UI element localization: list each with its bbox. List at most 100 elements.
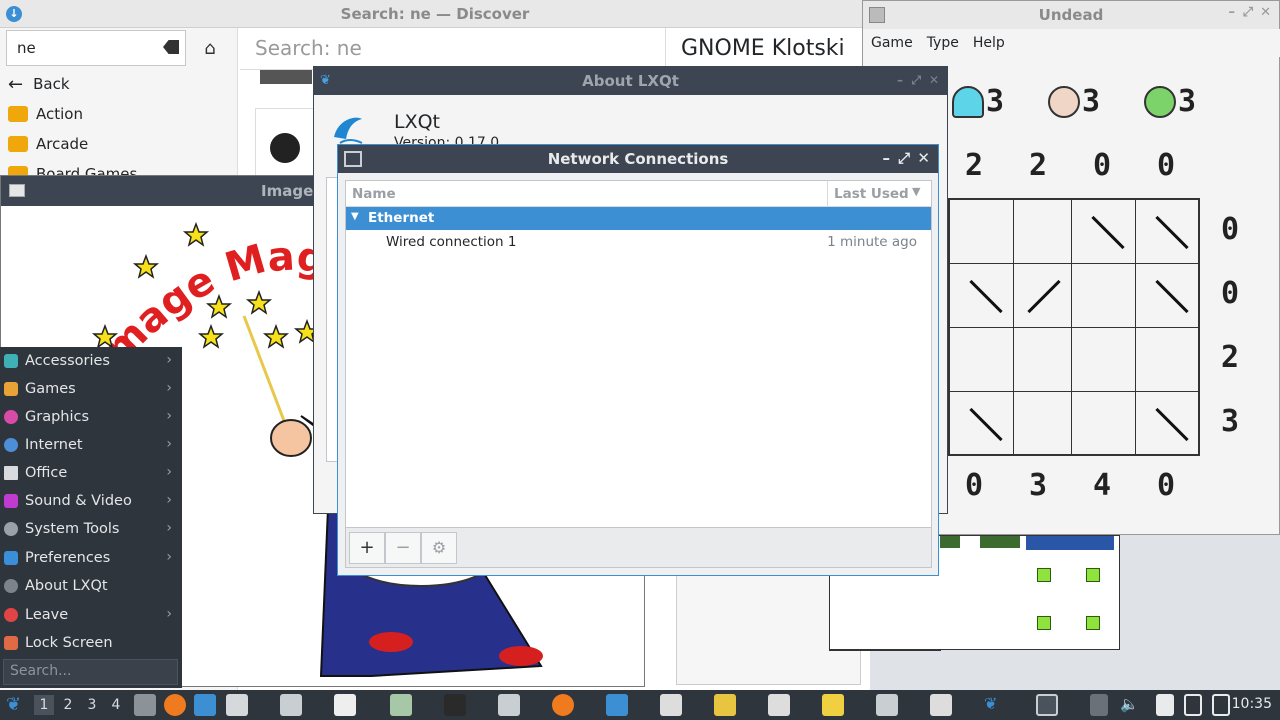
- discover-titlebar[interactable]: ↓ Search: ne — Discover: [0, 0, 870, 28]
- column-last-used[interactable]: Last Used: [834, 186, 909, 202]
- window-task-icon[interactable]: [498, 694, 520, 716]
- system-tools-icon: [4, 522, 18, 536]
- menu-item-internet[interactable]: Internet ›: [0, 431, 182, 459]
- menu-search-input[interactable]: Search...: [3, 659, 178, 685]
- menu-type[interactable]: Type: [927, 35, 959, 51]
- minimize-icon[interactable]: –: [1229, 5, 1236, 20]
- about-titlebar[interactable]: ❦ About LXQt – ⤢ ✕: [314, 67, 947, 95]
- menu-item-preferences[interactable]: Preferences ›: [0, 544, 182, 572]
- menu-item-sound-video[interactable]: Sound & Video ›: [0, 487, 182, 515]
- desktop-3[interactable]: 3: [82, 695, 102, 715]
- desktop-4[interactable]: 4: [106, 695, 126, 715]
- grid-cell[interactable]: [1008, 264, 1072, 328]
- menu-item-system-tools[interactable]: System Tools ›: [0, 515, 182, 543]
- menu-item-graphics[interactable]: Graphics ›: [0, 403, 182, 431]
- chevron-right-icon: ›: [166, 492, 172, 508]
- puzzle-task-icon[interactable]: [444, 694, 466, 716]
- maximize-icon[interactable]: ⤢: [1243, 5, 1253, 20]
- undead-task-icon[interactable]: [768, 694, 790, 716]
- info-icon: [4, 579, 18, 593]
- zombie-icon: [1144, 85, 1176, 118]
- start-menu-icon[interactable]: ❦: [6, 694, 28, 716]
- undead-grid: [948, 198, 1200, 456]
- grid-cell[interactable]: [950, 392, 1014, 456]
- grid-cell[interactable]: [1072, 328, 1136, 392]
- menu-item-about-lxqt[interactable]: About LXQt: [0, 572, 182, 600]
- menu-item-leave[interactable]: Leave ›: [0, 601, 182, 629]
- game-task-icon[interactable]: [334, 694, 356, 716]
- grid-cell[interactable]: [1136, 328, 1200, 392]
- menu-item-label: Graphics: [25, 409, 90, 425]
- folder-task-icon[interactable]: [606, 694, 628, 716]
- clear-search-icon[interactable]: [163, 40, 179, 54]
- edit-connection-button[interactable]: ⚙: [421, 532, 457, 564]
- grid-cell[interactable]: [1136, 264, 1200, 328]
- file-manager-icon[interactable]: [134, 694, 156, 716]
- chevron-right-icon: ›: [166, 352, 172, 368]
- grid-cell[interactable]: [1072, 392, 1136, 456]
- menu-help[interactable]: Help: [973, 35, 1005, 51]
- network-tray-icon[interactable]: [1212, 694, 1230, 716]
- volume-icon[interactable]: 🔈: [1120, 695, 1139, 713]
- category-action[interactable]: Action: [8, 100, 83, 128]
- window-task-icon[interactable]: [876, 694, 898, 716]
- menu-item-office[interactable]: Office ›: [0, 459, 182, 487]
- app-title: GNOME Klotski: [665, 28, 870, 70]
- grid-cell[interactable]: [950, 328, 1014, 392]
- klotski-task-icon[interactable]: [660, 694, 682, 716]
- back-button[interactable]: ← Back: [8, 70, 70, 98]
- maximize-icon[interactable]: ⤢: [898, 149, 910, 167]
- maximize-icon[interactable]: ⤢: [911, 73, 921, 88]
- grid-cell[interactable]: [1136, 200, 1200, 264]
- game-task-icon[interactable]: [822, 694, 844, 716]
- menu-item-games[interactable]: Games ›: [0, 375, 182, 403]
- grid-cell[interactable]: [1008, 392, 1072, 456]
- desktop-1[interactable]: 1: [34, 695, 54, 715]
- desktop-2[interactable]: 2: [58, 695, 78, 715]
- home-icon[interactable]: ⌂: [196, 36, 224, 64]
- clock[interactable]: 10:35: [1232, 696, 1272, 712]
- discover-search-input[interactable]: ne: [6, 30, 186, 66]
- grid-cell[interactable]: [950, 200, 1014, 264]
- folder-icon[interactable]: [194, 694, 216, 716]
- add-connection-button[interactable]: +: [349, 532, 385, 564]
- grid-cell[interactable]: [1008, 200, 1072, 264]
- close-icon[interactable]: ✕: [1260, 5, 1271, 20]
- close-icon[interactable]: ✕: [917, 149, 930, 167]
- tray-icon[interactable]: [1090, 694, 1108, 716]
- display-icon[interactable]: [1184, 694, 1202, 716]
- viewer-task-icon[interactable]: [390, 694, 412, 716]
- connection-group-ethernet[interactable]: ▼ Ethernet: [346, 207, 931, 230]
- close-icon[interactable]: ✕: [929, 73, 939, 87]
- game-task-icon[interactable]: [714, 694, 736, 716]
- grid-cell[interactable]: [1008, 328, 1072, 392]
- minimize-icon[interactable]: –: [897, 73, 903, 87]
- clipboard-icon[interactable]: [1156, 694, 1174, 716]
- app-thumbnail[interactable]: [260, 70, 312, 84]
- firefox-icon[interactable]: [164, 694, 186, 716]
- category-arcade[interactable]: Arcade: [8, 130, 88, 158]
- netconn-titlebar[interactable]: Network Connections – ⤢ ✕: [338, 145, 938, 173]
- connection-row[interactable]: Wired connection 1 1 minute ago: [346, 230, 931, 254]
- expand-arrow-icon[interactable]: ▼: [351, 211, 359, 222]
- game-task-icon[interactable]: [930, 694, 952, 716]
- chevron-right-icon: ›: [166, 606, 172, 622]
- column-name[interactable]: Name: [352, 186, 396, 202]
- grid-cell[interactable]: [1072, 200, 1136, 264]
- netconn-task-icon[interactable]: [1036, 694, 1058, 716]
- app-card-icon[interactable]: [255, 108, 315, 178]
- menu-game[interactable]: Game: [871, 35, 913, 51]
- menu-item-lock-screen[interactable]: Lock Screen: [0, 629, 182, 657]
- window-task-icon[interactable]: [280, 694, 302, 716]
- connections-list[interactable]: Name Last Used ▼ ▼ Ethernet Wired connec…: [345, 180, 932, 528]
- grid-cell[interactable]: [950, 264, 1014, 328]
- discover-task-icon[interactable]: [226, 694, 248, 716]
- remove-connection-button[interactable]: −: [385, 532, 421, 564]
- grid-cell[interactable]: [1072, 264, 1136, 328]
- grid-cell[interactable]: [1136, 392, 1200, 456]
- menu-item-accessories[interactable]: Accessories ›: [0, 347, 182, 375]
- undead-titlebar[interactable]: Undead – ⤢ ✕: [863, 1, 1279, 29]
- minimize-icon[interactable]: –: [883, 149, 891, 167]
- firefox-task-icon[interactable]: [552, 694, 574, 716]
- about-task-icon[interactable]: ❦: [984, 694, 1006, 716]
